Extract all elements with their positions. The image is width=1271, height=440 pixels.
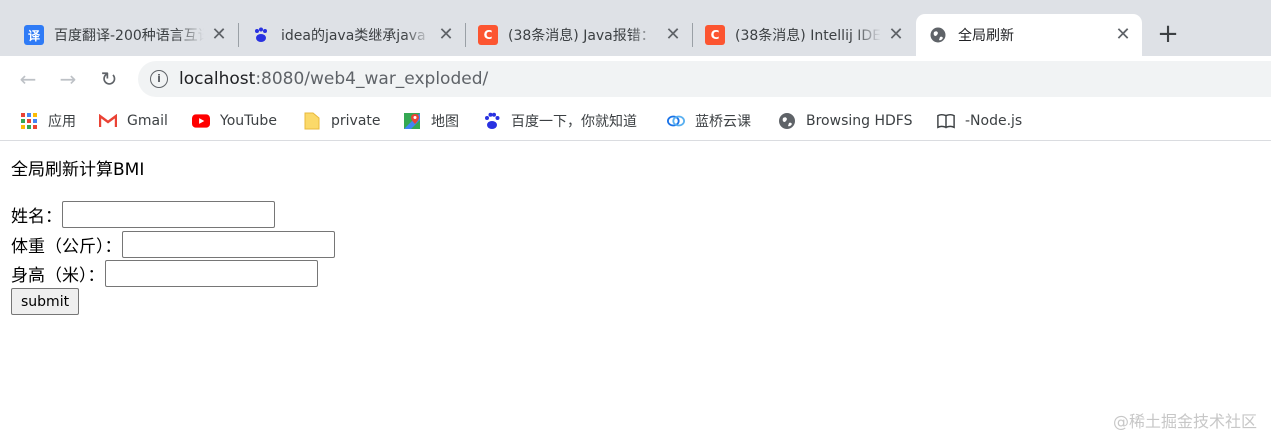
height-label: 身高（米）： bbox=[11, 265, 105, 286]
tab-baidu-translate[interactable]: 译 百度翻译-200种语言互译 ✕ bbox=[12, 14, 238, 56]
bookmark-label: -Node.js bbox=[965, 113, 1023, 129]
weight-input[interactable] bbox=[121, 230, 335, 258]
csdn-icon: C bbox=[478, 25, 498, 45]
bookmark-gmail[interactable]: Gmail bbox=[99, 109, 168, 133]
submit-button[interactable]: submit bbox=[11, 288, 80, 315]
new-tab-button[interactable]: + bbox=[1154, 21, 1182, 49]
tab-idea-java[interactable]: idea的java类继承java ✕ bbox=[239, 14, 465, 56]
tab-title: (38条消息) Java报错： bbox=[508, 28, 655, 44]
reload-button[interactable]: ↻ bbox=[95, 65, 123, 93]
watermark: @稀土掘金技术社区 bbox=[1112, 412, 1257, 431]
tab-strip: 译 百度翻译-200种语言互译 ✕ idea的java类继承java ✕ C (… bbox=[0, 0, 1271, 56]
page-content: 全局刷新计算BMI 姓名： 体重（公斤）： 身高（米）： submit @稀土掘… bbox=[0, 141, 1271, 440]
bookmark-label: Gmail bbox=[127, 113, 168, 129]
book-icon bbox=[937, 112, 955, 130]
bookmark-label: YouTube bbox=[220, 113, 277, 129]
url-host: localhost bbox=[179, 69, 256, 89]
address-bar[interactable]: i localhost:8080/web4_war_exploded/ bbox=[138, 61, 1271, 97]
bookmark-label: Browsing HDFS bbox=[806, 113, 913, 129]
globe-icon bbox=[778, 112, 796, 130]
forward-button[interactable]: → bbox=[54, 65, 82, 93]
name-row: 姓名： bbox=[11, 200, 275, 228]
tab-csdn-intellij[interactable]: C (38条消息) Intellij IDE ✕ bbox=[693, 14, 915, 56]
bookmark-label: 蓝桥云课 bbox=[695, 114, 751, 130]
browser-toolbar: ← → ↻ i localhost:8080/web4_war_exploded… bbox=[0, 56, 1271, 102]
close-icon[interactable]: ✕ bbox=[210, 26, 228, 44]
bookmark-label: 地图 bbox=[431, 114, 459, 130]
site-info-icon[interactable]: i bbox=[150, 70, 168, 88]
close-icon[interactable]: ✕ bbox=[1114, 26, 1132, 44]
gmail-icon bbox=[99, 112, 117, 130]
bookmark-label: 应用 bbox=[48, 114, 76, 130]
globe-icon bbox=[928, 25, 948, 45]
bookmark-browsing-hdfs[interactable]: Browsing HDFS bbox=[778, 109, 912, 133]
height-row: 身高（米）： bbox=[11, 259, 318, 287]
tab-csdn-java-error[interactable]: C (38条消息) Java报错： ✕ bbox=[466, 14, 692, 56]
back-button[interactable]: ← bbox=[14, 65, 42, 93]
csdn-icon: C bbox=[705, 25, 725, 45]
name-label: 姓名： bbox=[11, 206, 62, 227]
weight-row: 体重（公斤）： bbox=[11, 230, 335, 258]
bookmark-nodejs[interactable]: -Node.js bbox=[937, 109, 1022, 133]
tab-title: 百度翻译-200种语言互译 bbox=[54, 28, 204, 44]
bookmark-apps[interactable]: 应用 bbox=[20, 109, 76, 133]
close-icon[interactable]: ✕ bbox=[664, 26, 682, 44]
bookmark-private-folder[interactable]: private bbox=[303, 109, 381, 133]
bookmark-lanqiao[interactable]: 蓝桥云课 bbox=[667, 109, 751, 133]
height-input[interactable] bbox=[104, 259, 318, 287]
name-input[interactable] bbox=[62, 200, 275, 228]
url-text[interactable]: localhost:8080/web4_war_exploded/ bbox=[179, 67, 488, 91]
bookmarks-bar: 应用 Gmail YouTube private 地图 百度一下，你就知道 蓝桥… bbox=[0, 102, 1271, 141]
tab-title: idea的java类继承java bbox=[281, 28, 426, 44]
baidu-translate-icon: 译 bbox=[24, 25, 44, 45]
bookmark-label: 百度一下，你就知道 bbox=[511, 114, 637, 130]
bookmark-label: private bbox=[331, 113, 381, 129]
folder-icon bbox=[303, 112, 321, 130]
baidu-paw-icon bbox=[251, 25, 271, 45]
close-icon[interactable]: ✕ bbox=[887, 26, 905, 44]
maps-icon bbox=[403, 112, 421, 130]
bookmark-maps[interactable]: 地图 bbox=[403, 109, 459, 133]
url-path: :8080/web4_war_exploded/ bbox=[255, 69, 489, 89]
bookmark-baidu[interactable]: 百度一下，你就知道 bbox=[483, 109, 637, 133]
weight-label: 体重（公斤）： bbox=[11, 236, 122, 257]
page-title: 全局刷新计算BMI bbox=[11, 160, 145, 180]
baidu-paw-icon bbox=[483, 112, 501, 130]
tab-title: 全局刷新 bbox=[958, 28, 1014, 44]
tab-global-refresh[interactable]: 全局刷新 ✕ bbox=[916, 14, 1142, 56]
youtube-icon bbox=[192, 112, 210, 130]
lanqiao-icon bbox=[667, 112, 685, 130]
tab-title: (38条消息) Intellij IDE bbox=[735, 28, 881, 44]
apps-grid-icon bbox=[20, 112, 38, 130]
close-icon[interactable]: ✕ bbox=[437, 26, 455, 44]
bookmark-youtube[interactable]: YouTube bbox=[192, 109, 277, 133]
